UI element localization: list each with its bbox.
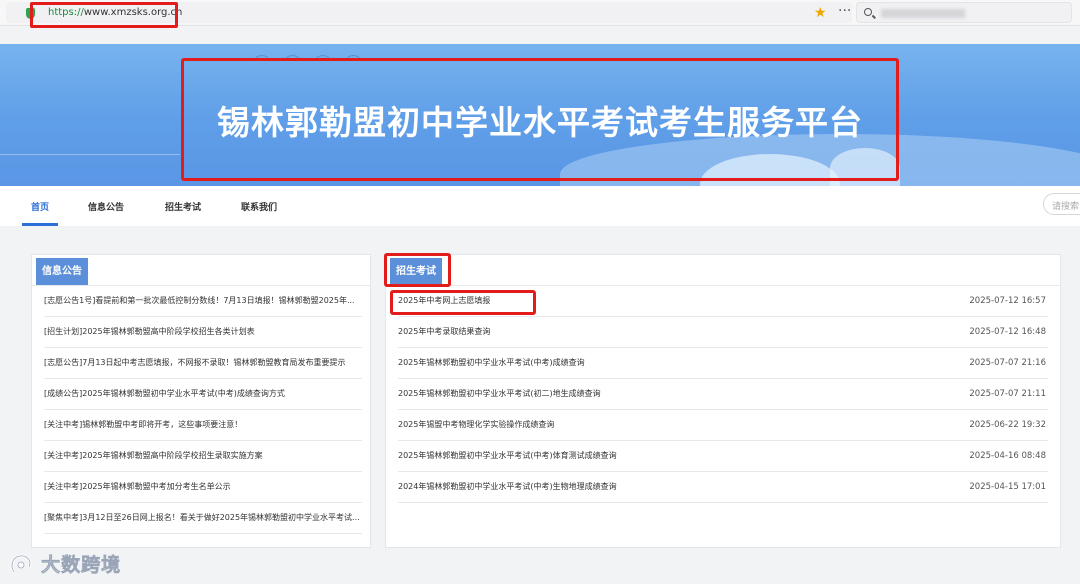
browser-toolbar: https://www.xmzsks.org.cn ★ ··· <box>0 0 1080 28</box>
main-nav: 首页 信息公告 招生考试 联系我们 请搜索 <box>0 186 1080 226</box>
exam-item-date: 2025-07-12 16:57 <box>969 296 1046 306</box>
notice-item[interactable]: [关注中考]2025年锡林郭勒盟高中阶段学校招生录取实施方案 <box>44 441 362 472</box>
browser-search-input[interactable] <box>856 2 1072 23</box>
notices-panel-header: 信息公告 <box>32 255 370 286</box>
exam-item[interactable]: 2025年锡林郭勒盟初中学业水平考试(中考)体育测试成绩查询 2025-04-1… <box>398 441 1048 472</box>
watermark-logo-icon <box>8 552 36 576</box>
exam-item-title[interactable]: 2024年锡林郭勒盟初中学业水平考试(中考)生物地理成绩查询 <box>398 482 617 491</box>
site-banner: ⌒ ⌒ ⌒ ⌒ 锡林郭勒盟初中学业水平考试考生服务平台 <box>0 44 1080 186</box>
exams-panel: 招生考试 2025年中考网上志愿填报 2025-07-12 16:57 2025… <box>384 253 1061 548</box>
notice-item[interactable]: [志愿公告]7月13日起中考志愿填报，不网报不录取！锡林郭勒盟教育局发布重要提示 <box>44 348 362 379</box>
exam-item-title[interactable]: 2025年锡林郭勒盟初中学业水平考试(初二)地生成绩查询 <box>398 389 601 398</box>
nav-item-notices[interactable]: 信息公告 <box>88 200 124 213</box>
notices-list: [志愿公告1号]看提前和第一批次最低控制分数线！7月13日填报！锡林郭勒盟202… <box>44 286 362 534</box>
exam-item[interactable]: 2025年锡林郭勒盟初中学业水平考试(初二)地生成绩查询 2025-07-07 … <box>398 379 1048 410</box>
notice-item[interactable]: [成绩公告]2025年锡林郭勒盟初中学业水平考试(中考)成绩查询方式 <box>44 379 362 410</box>
banner-line-decoration <box>0 154 180 155</box>
exam-item[interactable]: 2024年锡林郭勒盟初中学业水平考试(中考)生物地理成绩查询 2025-04-1… <box>398 472 1048 503</box>
notice-item[interactable]: [关注中考]2025年锡林郭勒盟中考加分考生名单公示 <box>44 472 362 503</box>
watermark-text: 大数跨境 <box>41 554 122 577</box>
url-highlight-box <box>30 2 178 28</box>
watermark: 大数跨境 <box>8 550 121 578</box>
nav-item-home[interactable]: 首页 <box>31 200 49 213</box>
site-search-placeholder: 请搜索 <box>1052 202 1080 212</box>
exam-item-date: 2025-06-22 19:32 <box>969 420 1046 430</box>
exams-list: 2025年中考网上志愿填报 2025-07-12 16:57 2025年中考录取… <box>390 286 1048 503</box>
exam-item-date: 2025-07-07 21:11 <box>969 389 1046 399</box>
exam-item[interactable]: 2025年锡林郭勒盟初中学业水平考试(中考)成绩查询 2025-07-07 21… <box>398 348 1048 379</box>
nav-item-exams[interactable]: 招生考试 <box>165 200 201 213</box>
search-icon <box>864 8 872 16</box>
exam-item[interactable]: 2025年中考网上志愿填报 2025-07-12 16:57 <box>390 286 1048 317</box>
exam-item-title[interactable]: 2025年中考录取结果查询 <box>398 327 490 336</box>
site-search-input[interactable]: 请搜索 <box>1043 193 1080 215</box>
nav-active-indicator <box>22 223 58 226</box>
title-highlight-box <box>181 58 899 181</box>
exam-item-title[interactable]: 2025年锡林郭勒盟初中学业水平考试(中考)成绩查询 <box>398 358 585 367</box>
notice-item[interactable]: [招生计划]2025年锡林郭勒盟高中阶段学校招生各类计划表 <box>44 317 362 348</box>
exam-item-highlight-box <box>390 290 536 315</box>
more-icon[interactable]: ··· <box>838 3 851 19</box>
notice-item[interactable]: [志愿公告1号]看提前和第一批次最低控制分数线！7月13日填报！锡林郭勒盟202… <box>44 286 362 317</box>
exam-item-title[interactable]: 2025年锡林郭勒盟初中学业水平考试(中考)体育测试成绩查询 <box>398 451 617 460</box>
exam-item-date: 2025-07-07 21:16 <box>969 358 1046 368</box>
exam-item-date: 2025-04-15 17:01 <box>969 482 1046 492</box>
exam-item[interactable]: 2025年锡盟中考物理化学实验操作成绩查询 2025-06-22 19:32 <box>398 410 1048 441</box>
exams-tab-highlight-box <box>384 253 451 287</box>
exam-item[interactable]: 2025年中考录取结果查询 2025-07-12 16:48 <box>398 317 1048 348</box>
exam-item-title[interactable]: 2025年锡盟中考物理化学实验操作成绩查询 <box>398 420 554 429</box>
nav-item-contact[interactable]: 联系我们 <box>241 200 277 213</box>
notices-tab[interactable]: 信息公告 <box>36 258 88 285</box>
exam-item-date: 2025-07-12 16:48 <box>969 327 1046 337</box>
exam-item-date: 2025-04-16 08:48 <box>969 451 1046 461</box>
notices-panel: 信息公告 [志愿公告1号]看提前和第一批次最低控制分数线！7月13日填报！锡林郭… <box>31 254 371 548</box>
star-icon[interactable]: ★ <box>814 5 827 21</box>
notice-item[interactable]: [关注中考]锡林郭勒盟中考即将开考，这些事项要注意！ <box>44 410 362 441</box>
blurred-search-text <box>881 9 965 18</box>
notice-item[interactable]: [聚焦中考]3月12日至26日网上报名！看关于做好2025年锡林郭勒盟初中学业水… <box>44 503 362 534</box>
exams-panel-header: 招生考试 <box>384 253 1060 287</box>
